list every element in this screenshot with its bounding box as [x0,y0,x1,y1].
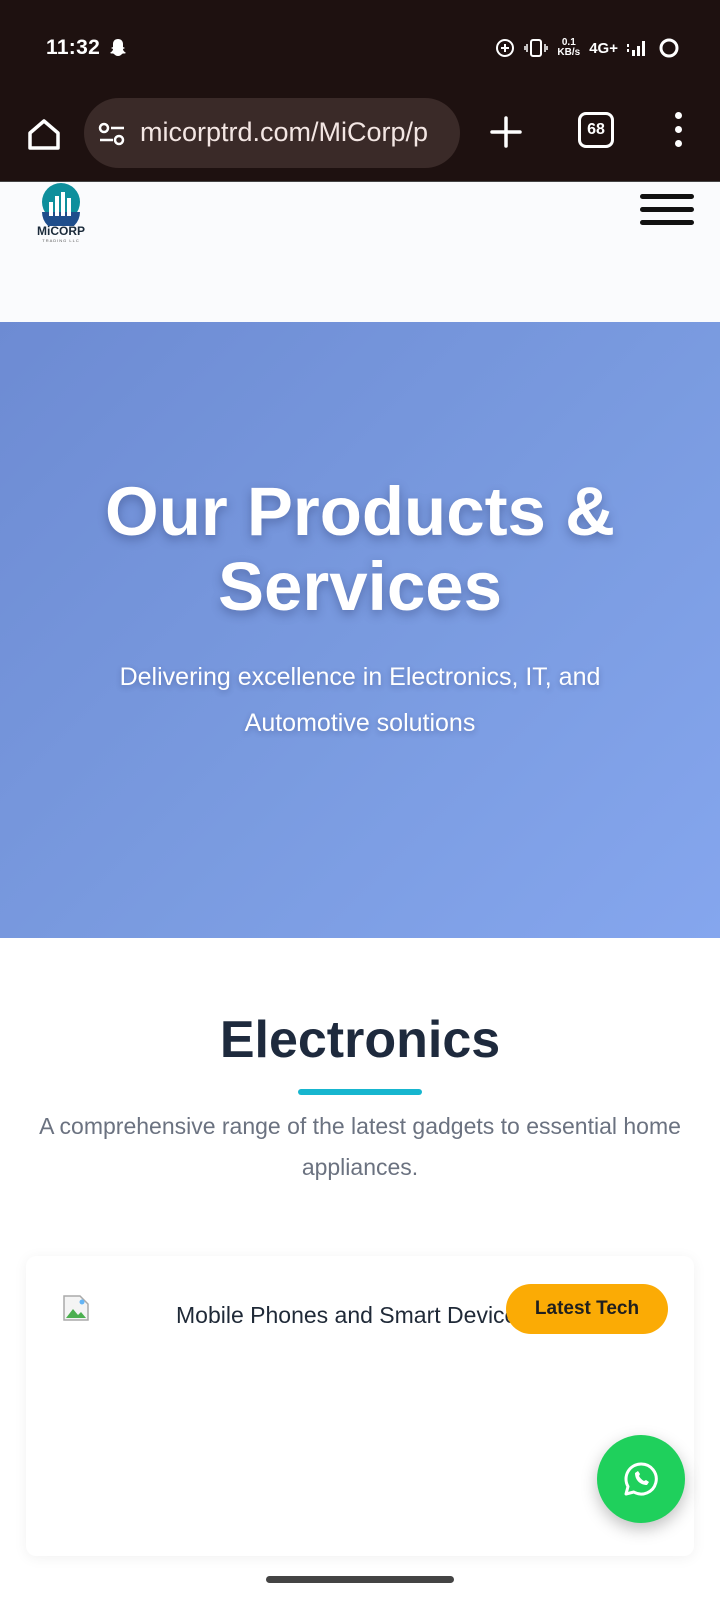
status-bar: 11:32 0.1 KB/s 4G+ [0,0,720,92]
snapchat-icon [110,39,126,56]
latest-tech-badge: Latest Tech [506,1284,668,1334]
url-text[interactable]: micorptrd.com/MiCorp/p [140,117,456,148]
whatsapp-icon [624,1462,658,1496]
battery-ring-icon [659,38,679,58]
gesture-navigation-bar[interactable] [266,1576,454,1583]
home-icon[interactable] [24,114,64,154]
logo-subtext: TRADING LLC [42,238,80,243]
site-settings-icon[interactable] [98,122,126,146]
title-underline [298,1089,422,1095]
new-tab-icon[interactable] [488,114,524,150]
hamburger-menu-icon[interactable] [640,194,694,230]
logo-text: MiCORP [37,224,85,238]
net-speed: 0.1 KB/s [557,38,580,58]
site-logo[interactable]: MiCORP TRADING LLC [30,182,92,244]
broken-image-icon [63,1295,89,1321]
hero-subtitle: Delivering excellence in Electronics, IT… [119,663,601,737]
tab-switcher-button[interactable]: 68 [578,112,614,148]
browser-toolbar: micorptrd.com/MiCorp/p 68 [0,92,720,182]
address-bar[interactable]: micorptrd.com/MiCorp/p [84,98,460,168]
net-speed-unit: KB/s [557,47,581,58]
section-title-electronics: Electronics [219,1011,501,1069]
vibrate-icon [524,39,549,57]
logo-mark-icon [42,183,80,226]
data-saver-icon [496,39,515,57]
status-icons: 0.1 KB/s 4G+ [495,33,680,63]
site-header: MiCORP TRADING LLC [0,182,720,322]
whatsapp-chat-button[interactable] [597,1435,685,1523]
section-description: A comprehensive range of the latest gadg… [39,1113,681,1180]
hero-section: Our Products & Services Delivering excel… [0,322,720,938]
signal-icon [627,41,645,56]
network-type: 4G+ [589,39,618,57]
overflow-menu-icon[interactable] [668,112,688,150]
product-card[interactable]: Mobile Phones and Smart Devices Latest T… [26,1256,694,1556]
status-time: 11:32 [46,36,101,59]
product-card-title: Mobile Phones and Smart Devices [176,1302,529,1328]
hero-title: Our Products & Services [105,473,615,625]
